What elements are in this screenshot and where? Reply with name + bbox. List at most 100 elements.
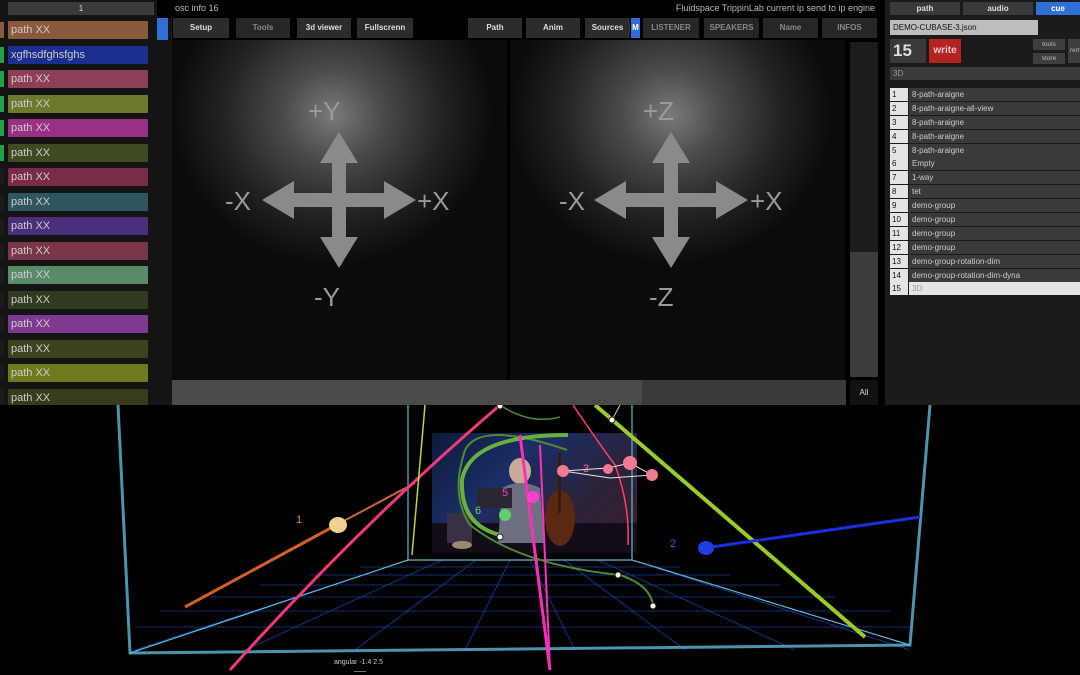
cue-name[interactable]: 8-path-araigne: [909, 143, 1080, 157]
all-button[interactable]: All: [850, 380, 878, 405]
path-color-marker[interactable]: [0, 291, 4, 308]
path-name-label[interactable]: path XX: [8, 143, 148, 162]
tab-sources[interactable]: Sources: [585, 18, 630, 38]
cue-name[interactable]: Empty: [909, 157, 1080, 171]
cue-name[interactable]: demo-group: [909, 199, 1080, 213]
path-row[interactable]: path XX: [0, 67, 172, 92]
path-color-marker[interactable]: [0, 316, 4, 332]
path-row[interactable]: path XX: [0, 18, 172, 43]
path-name-label[interactable]: xgfhsdfghsfghs: [8, 45, 148, 64]
cue-row[interactable]: 4 8-path-araigne: [890, 129, 1080, 144]
path-color-marker[interactable]: [0, 242, 4, 259]
tab-setup[interactable]: Setup: [173, 18, 229, 38]
tab-path[interactable]: Path: [468, 18, 522, 38]
path-row[interactable]: path XX: [0, 239, 172, 264]
path-name-label[interactable]: path XX: [8, 315, 148, 333]
path-name-label[interactable]: path XX: [8, 168, 148, 186]
cue-name[interactable]: demo-group-rotation-dim-dyna: [909, 268, 1080, 282]
path-color-marker[interactable]: [0, 389, 4, 406]
path-name-label[interactable]: path XX: [8, 388, 148, 407]
cue-row[interactable]: 8 tet: [890, 185, 1080, 200]
remove-button[interactable]: rem: [1068, 39, 1080, 63]
path-color-marker[interactable]: [0, 22, 4, 38]
cue-file-name[interactable]: DEMO-CUBASE-3.json: [890, 20, 1038, 35]
cue-name[interactable]: 3D: [909, 282, 1080, 296]
cue-row[interactable]: 6 Empty: [890, 157, 1080, 172]
path-color-marker[interactable]: [0, 144, 4, 161]
path-row[interactable]: path XX: [0, 288, 172, 313]
path-name-label[interactable]: path XX: [8, 339, 148, 358]
path-name-label[interactable]: path XX: [8, 70, 148, 88]
path-name-label[interactable]: path XX: [8, 21, 148, 39]
path-name-label[interactable]: path XX: [8, 119, 148, 137]
tab-listener[interactable]: LISTENER: [643, 18, 699, 38]
path-color-marker[interactable]: [0, 193, 4, 210]
tab-speakers[interactable]: SPEAKERS: [704, 18, 759, 38]
path-name-label[interactable]: path XX: [8, 217, 148, 235]
tab-audio[interactable]: audio: [963, 2, 1033, 15]
store-button[interactable]: store: [1033, 53, 1065, 64]
cue-name[interactable]: 8-path-araigne: [909, 115, 1080, 129]
tab-name[interactable]: Name: [763, 18, 818, 38]
path-row[interactable]: path XX: [0, 214, 172, 239]
path-name-label[interactable]: path XX: [8, 266, 148, 284]
cue-row[interactable]: 3 8-path-araigne: [890, 115, 1080, 130]
cue-name[interactable]: 8-path-araigne-all-view: [909, 101, 1080, 115]
path-color-marker[interactable]: [0, 365, 4, 381]
cue-name[interactable]: demo-group: [909, 240, 1080, 254]
tab-fullscreen[interactable]: Fullscrenn: [357, 18, 413, 38]
cue-row[interactable]: 12 demo-group: [890, 240, 1080, 255]
path-color-marker[interactable]: [0, 169, 4, 185]
path-name-label[interactable]: path XX: [8, 364, 148, 382]
path-name-label[interactable]: path XX: [8, 192, 148, 211]
cue-row[interactable]: 11 demo-group: [890, 226, 1080, 241]
cue-row[interactable]: 5 8-path-araigne: [890, 143, 1080, 158]
path-row[interactable]: path XX: [0, 116, 172, 141]
cue-row[interactable]: 15 3D: [890, 282, 1080, 297]
cue-name[interactable]: demo-group: [909, 213, 1080, 227]
path-color-marker[interactable]: [0, 120, 4, 136]
cue-number-field[interactable]: 15: [890, 39, 926, 63]
path-color-marker[interactable]: [0, 95, 4, 112]
cue-row[interactable]: 2 8-path-araigne-all-view: [890, 101, 1080, 116]
cue-row[interactable]: 9 demo-group: [890, 199, 1080, 214]
front-view-xz[interactable]: +Z -Z -X +X: [510, 40, 845, 380]
path-row[interactable]: path XX: [0, 312, 172, 337]
path-row[interactable]: path XX: [0, 263, 172, 288]
path-row[interactable]: path XX: [0, 141, 172, 166]
cue-name[interactable]: 8-path-araigne: [909, 129, 1080, 143]
tools-button[interactable]: tools: [1033, 39, 1065, 50]
viewer-scroll-thumb[interactable]: [850, 252, 878, 377]
tab-cue[interactable]: cue: [1036, 2, 1080, 15]
cue-row[interactable]: 7 1-way: [890, 171, 1080, 186]
3d-scene-view[interactable]: 1 2 3 5 6 angular -1.4 2.5: [0, 405, 1080, 675]
top-view-xy[interactable]: +Y -Y -X +X: [172, 40, 507, 380]
path-row[interactable]: path XX: [0, 165, 172, 190]
path-color-marker[interactable]: [0, 340, 4, 357]
cue-row[interactable]: 13 demo-group-rotation-dim: [890, 254, 1080, 269]
tab-infos[interactable]: INFOS: [822, 18, 877, 38]
write-button[interactable]: write: [929, 39, 961, 63]
path-name-label[interactable]: path XX: [8, 94, 148, 113]
cue-name[interactable]: demo-group: [909, 226, 1080, 240]
cue-row[interactable]: 14 demo-group-rotation-dim-dyna: [890, 268, 1080, 283]
cue-name-field[interactable]: 3D: [890, 67, 1080, 80]
cue-name[interactable]: demo-group-rotation-dim: [909, 254, 1080, 268]
path-row[interactable]: path XX: [0, 337, 172, 362]
tab-3d-viewer[interactable]: 3d viewer: [297, 18, 351, 38]
path-row[interactable]: xgfhsdfghsfghs: [0, 43, 172, 68]
path-row[interactable]: path XX: [0, 190, 172, 215]
cue-row[interactable]: 10 demo-group: [890, 213, 1080, 227]
tab-tools[interactable]: Tools: [236, 18, 290, 38]
tab-path[interactable]: path: [890, 2, 960, 15]
cue-name[interactable]: tet: [909, 185, 1080, 199]
path-name-label[interactable]: path XX: [8, 290, 148, 309]
cue-name[interactable]: 1-way: [909, 171, 1080, 185]
path-color-marker[interactable]: [0, 71, 4, 87]
tab-m[interactable]: M: [631, 18, 640, 38]
path-color-marker[interactable]: [0, 46, 4, 63]
cue-row[interactable]: 1 8-path-araigne: [890, 88, 1080, 102]
path-name-label[interactable]: path XX: [8, 241, 148, 260]
path-color-marker[interactable]: [0, 218, 4, 234]
path-list-header[interactable]: 1: [8, 2, 154, 15]
